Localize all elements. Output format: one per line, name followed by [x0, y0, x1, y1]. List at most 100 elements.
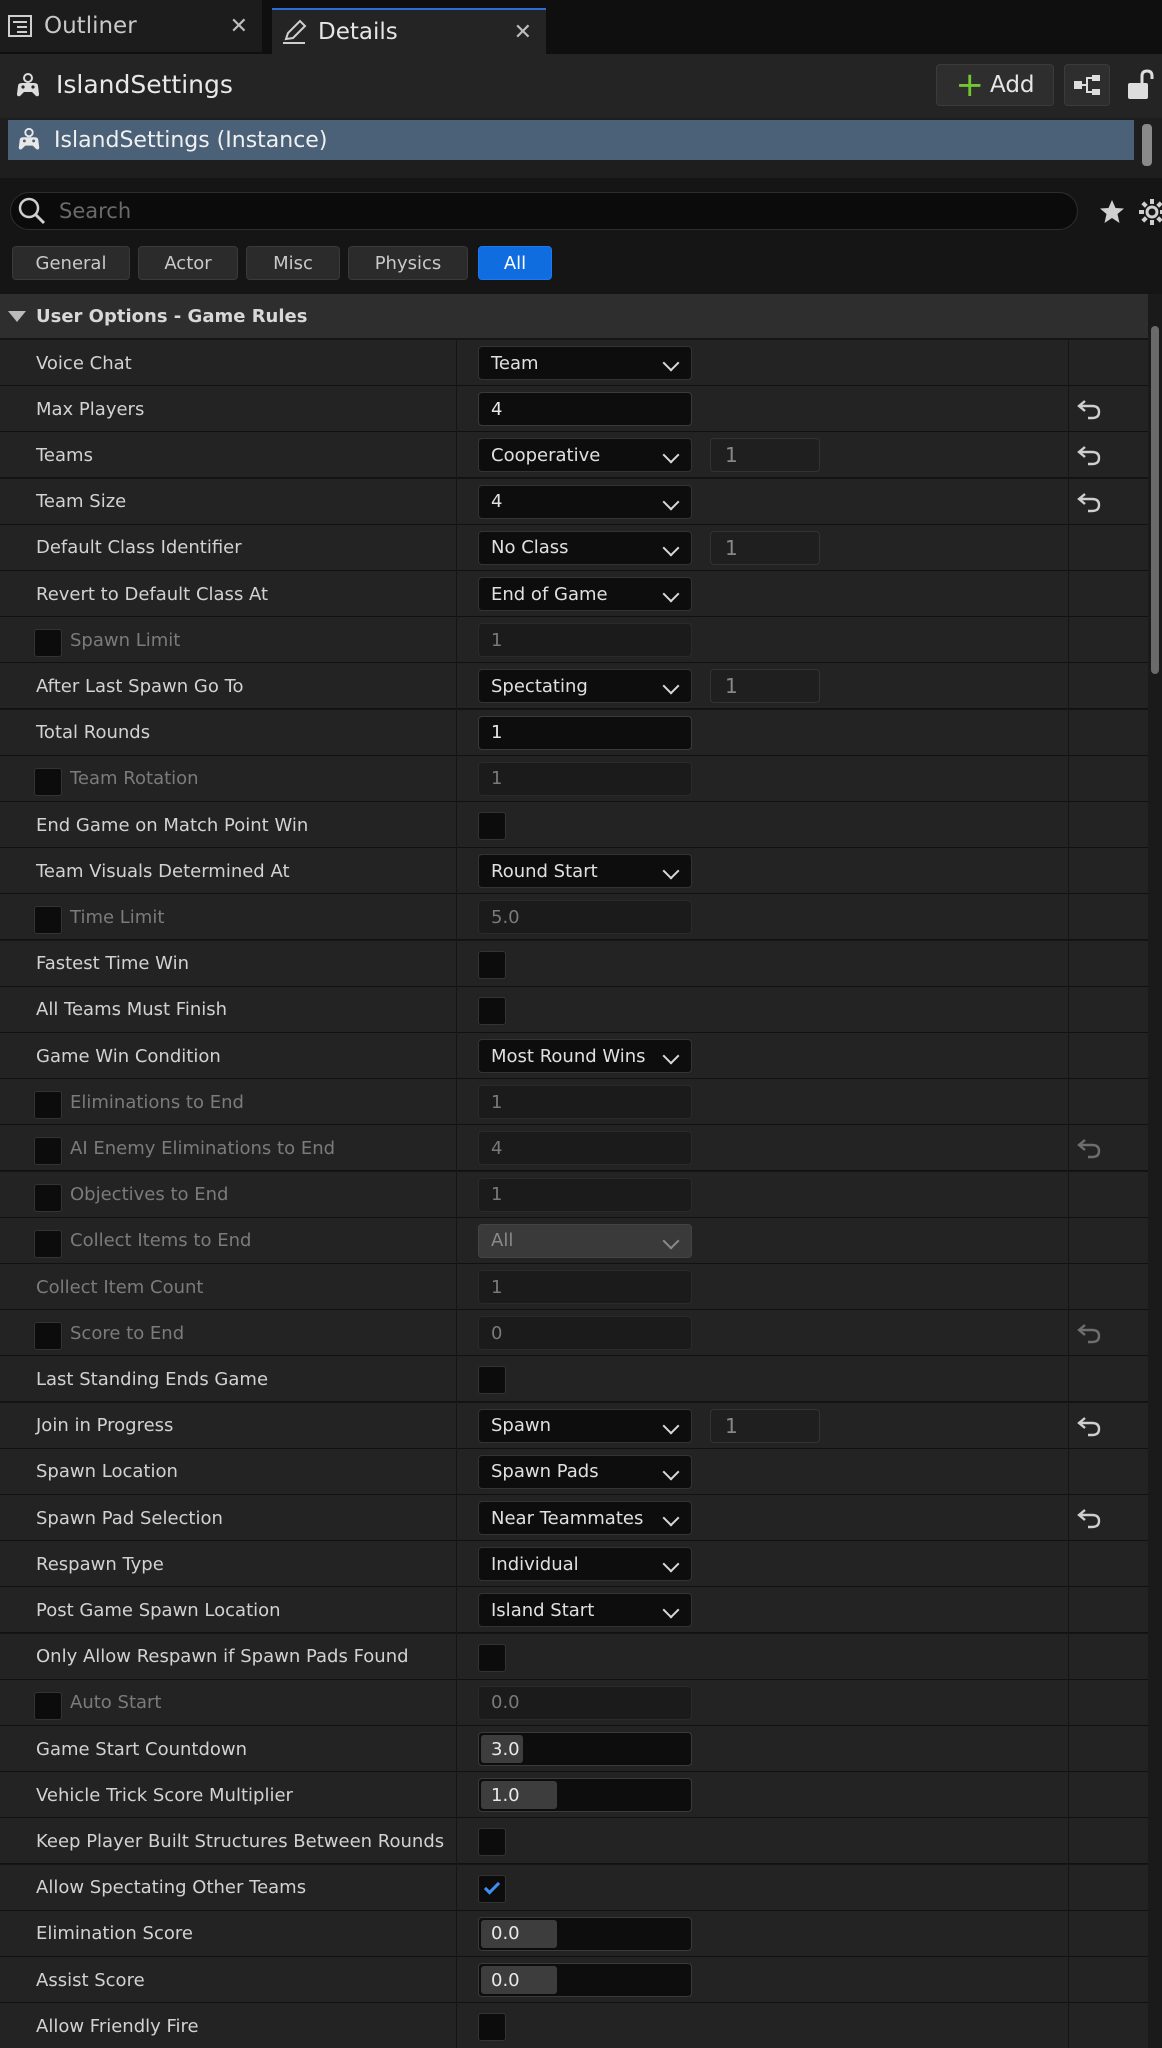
category-user-options-game-rules[interactable]: User Options - Game Rules [0, 294, 1148, 338]
game-start-countdown-slider[interactable]: 3.0 [478, 1732, 692, 1766]
override-checkbox[interactable] [34, 1183, 62, 1212]
only-allow-respawn-if-spawn-pads-found-checkbox[interactable] [478, 1643, 506, 1672]
override-checkbox[interactable] [34, 1322, 62, 1351]
elimination-score-slider[interactable]: 0.0 [478, 1916, 692, 1951]
property-row-all-teams-must-finish: All Teams Must Finish [0, 986, 1148, 1033]
override-checkbox[interactable] [34, 767, 62, 796]
property-label: Respawn Type [36, 1553, 164, 1575]
override-checkbox[interactable] [34, 1691, 62, 1720]
search-input[interactable] [59, 199, 959, 223]
spawn-location-dropdown[interactable]: Spawn Pads [478, 1454, 692, 1489]
chevron-down-icon [662, 1047, 680, 1065]
actor-name: IslandSettings [56, 70, 233, 99]
dropdown-value: Spectating [491, 675, 588, 697]
teams-dropdown[interactable]: Cooperative [478, 438, 692, 473]
reset-to-default-icon[interactable] [1076, 396, 1102, 422]
respawn-type-dropdown[interactable]: Individual [478, 1547, 692, 1582]
property-label: Collect Item Count [36, 1276, 204, 1298]
revert-to-default-class-at-dropdown[interactable]: End of Game [478, 577, 692, 611]
spawn-limit-input[interactable]: 1 [478, 623, 692, 658]
filter-physics[interactable]: Physics [348, 246, 468, 280]
component-tree-scrollbar[interactable] [1142, 124, 1152, 166]
chevron-down-icon [662, 1232, 680, 1250]
column-divider [456, 894, 457, 941]
teams-index-input[interactable]: 1 [710, 438, 820, 473]
join-in-progress-dropdown[interactable]: Spawn [478, 1408, 692, 1443]
filter-all[interactable]: All [478, 246, 552, 280]
close-icon[interactable]: ✕ [230, 14, 248, 39]
index-value: 1 [725, 535, 738, 560]
blueprint-button[interactable] [1064, 64, 1110, 106]
column-divider [1068, 663, 1069, 710]
allow-friendly-fire-checkbox[interactable] [478, 2013, 506, 2042]
add-component-button[interactable]: + Add [936, 64, 1054, 106]
override-checkbox[interactable] [34, 906, 62, 935]
override-checkbox[interactable] [34, 629, 62, 658]
column-divider [1068, 1726, 1069, 1772]
reset-to-default-icon[interactable] [1076, 1320, 1102, 1346]
override-checkbox[interactable] [34, 1137, 62, 1166]
collect-items-to-end-dropdown[interactable]: All [478, 1223, 692, 1258]
time-limit-input[interactable]: 5.0 [478, 900, 692, 935]
max-players-input[interactable]: 4 [478, 392, 692, 427]
filter-actor[interactable]: Actor [138, 246, 238, 280]
reset-to-default-icon[interactable] [1076, 442, 1102, 468]
total-rounds-input[interactable]: 1 [478, 715, 692, 750]
assist-score-slider[interactable]: 0.0 [478, 1963, 692, 1997]
override-checkbox[interactable] [34, 1091, 62, 1120]
keep-player-built-structures-between-rounds-checkbox[interactable] [478, 1828, 506, 1857]
filter-misc[interactable]: Misc [246, 246, 340, 280]
vehicle-trick-score-multiplier-slider[interactable]: 1.0 [478, 1778, 692, 1813]
details-scrollbar-thumb[interactable] [1151, 326, 1159, 674]
property-label: Fastest Time Win [36, 953, 189, 975]
instance-row[interactable]: IslandSettings (Instance) [8, 120, 1134, 160]
property-row-team-visuals-determined-at: Team Visuals Determined At Round Start [0, 848, 1148, 895]
reset-to-default-icon[interactable] [1076, 1135, 1102, 1161]
ai-enemy-eliminations-to-end-input[interactable]: 4 [478, 1131, 692, 1166]
join-in-progress-index-input[interactable]: 1 [710, 1408, 820, 1443]
auto-start-input[interactable]: 0.0 [478, 1685, 692, 1720]
property-row-game-win-condition: Game Win Condition Most Round Wins [0, 1033, 1148, 1079]
all-teams-must-finish-checkbox[interactable] [478, 996, 506, 1025]
team-visuals-determined-at-dropdown[interactable]: Round Start [478, 854, 692, 889]
reset-to-default-icon[interactable] [1076, 1413, 1102, 1439]
slider-value: 3.0 [491, 1738, 520, 1760]
team-rotation-input[interactable]: 1 [478, 761, 692, 796]
after-last-spawn-go-to-index-input[interactable]: 1 [710, 669, 820, 704]
end-game-on-match-point-win-checkbox[interactable] [478, 812, 506, 840]
dropdown-value: Most Round Wins [491, 1045, 646, 1067]
tab-details[interactable]: Details ✕ [272, 8, 546, 54]
voice-chat-dropdown[interactable]: Team [478, 346, 692, 380]
default-class-identifier-dropdown[interactable]: No Class [478, 530, 692, 565]
reset-to-default-icon[interactable] [1076, 1505, 1102, 1531]
reset-to-default-icon[interactable] [1076, 489, 1102, 515]
index-value: 1 [725, 443, 738, 468]
column-divider [456, 617, 457, 664]
score-to-end-input[interactable]: 0 [478, 1316, 692, 1351]
column-divider [456, 755, 457, 802]
filter-general[interactable]: General [12, 246, 130, 280]
property-row-last-standing-ends-game: Last Standing Ends Game [0, 1356, 1148, 1403]
default-class-identifier-index-input[interactable]: 1 [710, 530, 820, 565]
team-size-dropdown[interactable]: 4 [478, 484, 692, 519]
objectives-to-end-input[interactable]: 1 [478, 1177, 692, 1212]
column-divider [456, 386, 457, 433]
fastest-time-win-checkbox[interactable] [478, 950, 506, 979]
column-divider [1068, 1310, 1069, 1357]
property-label: Max Players [36, 398, 145, 420]
favorite-star-icon[interactable] [1098, 198, 1126, 226]
eliminations-to-end-input[interactable]: 1 [478, 1085, 692, 1120]
allow-spectating-other-teams-checkbox[interactable] [478, 1874, 506, 1903]
collect-item-count-input[interactable]: 1 [478, 1270, 692, 1304]
spawn-pad-selection-dropdown[interactable]: Near Teammates [478, 1501, 692, 1535]
column-divider [456, 1910, 457, 1957]
tab-outliner[interactable]: Outliner ✕ [0, 0, 262, 52]
close-icon[interactable]: ✕ [514, 20, 532, 45]
after-last-spawn-go-to-dropdown[interactable]: Spectating [478, 669, 692, 704]
gear-icon[interactable] [1138, 198, 1162, 226]
post-game-spawn-location-dropdown[interactable]: Island Start [478, 1593, 692, 1628]
override-checkbox[interactable] [34, 1229, 62, 1258]
unlock-icon[interactable] [1124, 68, 1158, 102]
last-standing-ends-game-checkbox[interactable] [478, 1366, 506, 1395]
game-win-condition-dropdown[interactable]: Most Round Wins [478, 1039, 692, 1073]
